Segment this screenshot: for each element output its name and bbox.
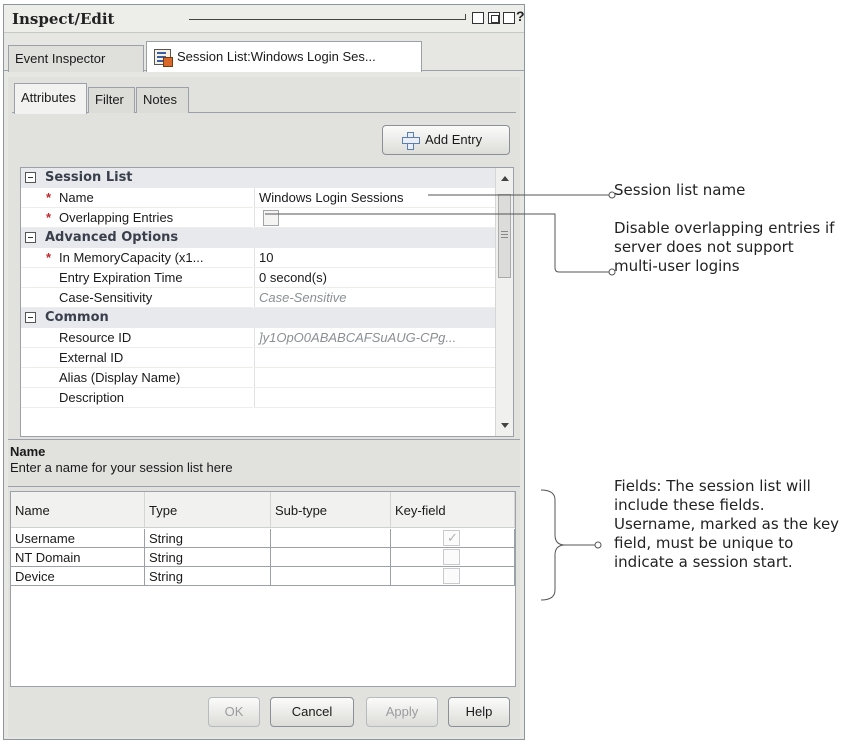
callout-brace-fields — [540, 489, 566, 601]
annotation-fields: Fields: The session list will include th… — [614, 477, 840, 571]
callout-dot-fields — [594, 541, 602, 549]
annotation-overlapping: Disable overlapping entries if server do… — [614, 219, 835, 275]
annotation-session-list-name: Session list name — [614, 181, 746, 199]
callout-line-overlapping — [265, 213, 612, 273]
callout-lines — [265, 191, 616, 601]
